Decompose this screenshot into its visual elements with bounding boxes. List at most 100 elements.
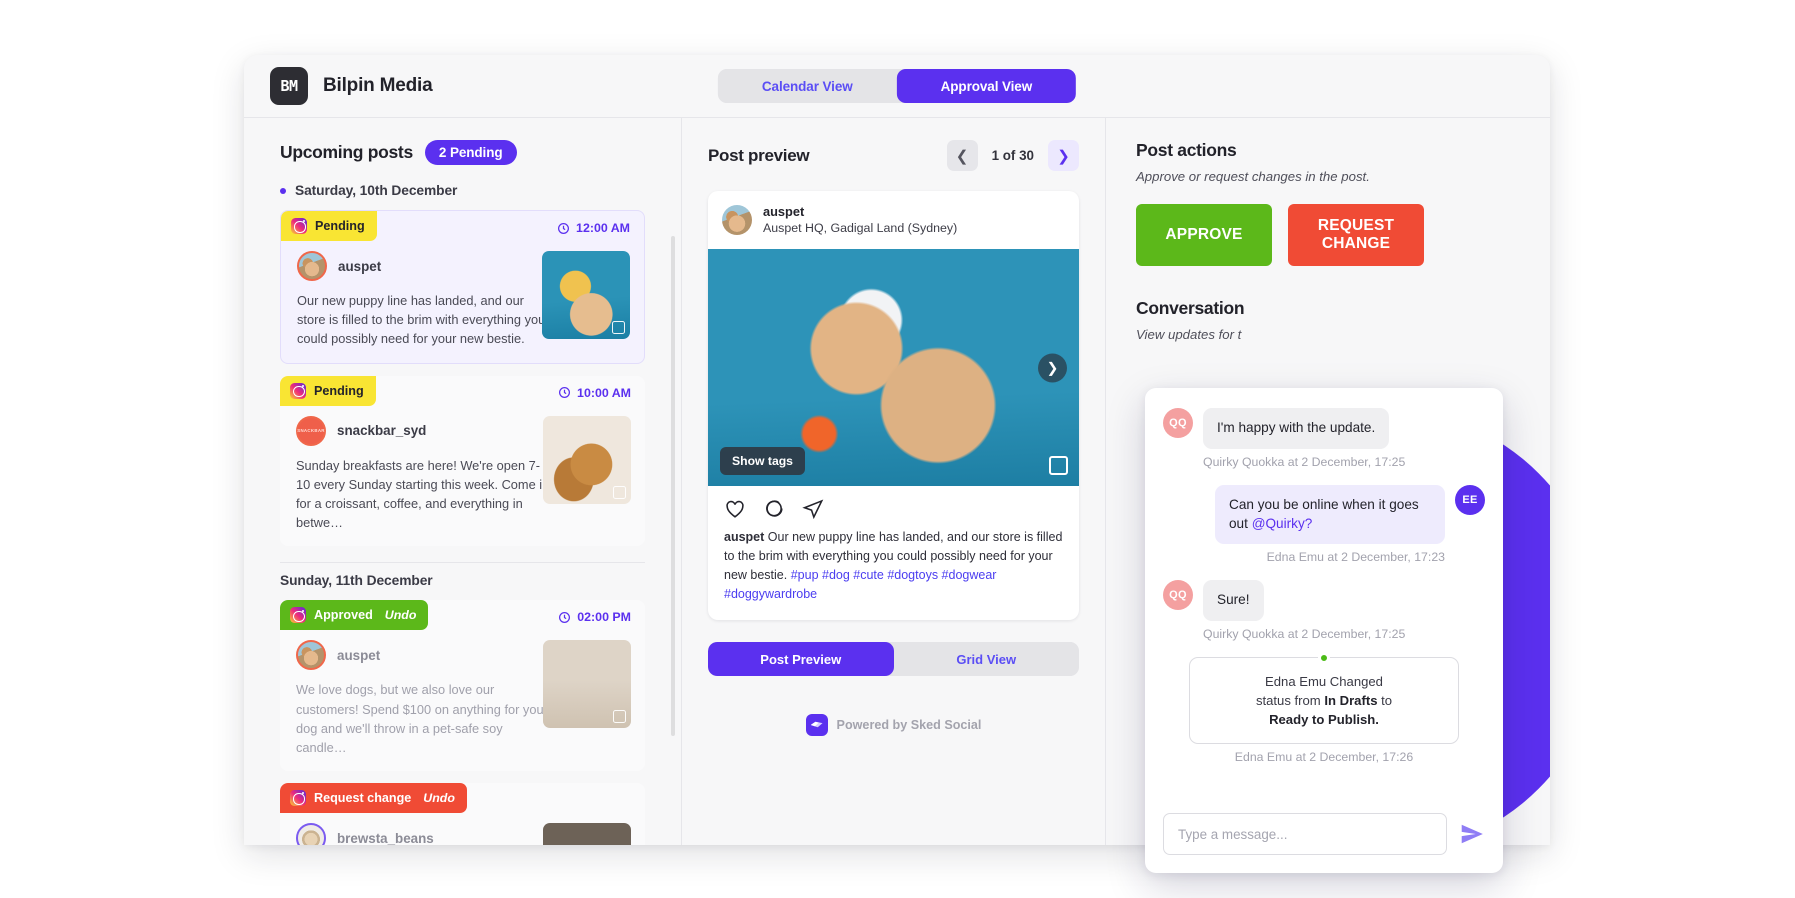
post-card-body: SNACKBAR snackbar_syd Sunday breakfasts … (280, 406, 645, 547)
pager-count: 1 of 30 (991, 148, 1034, 163)
time-label: 10:00 AM (577, 385, 631, 400)
clock-icon (558, 222, 570, 234)
undo-button[interactable]: Undo (385, 608, 417, 622)
instagram-icon (290, 790, 306, 807)
preview-location: Auspet HQ, Gadigal Land (Sydney) (763, 221, 958, 236)
author-name: snackbar_syd (337, 423, 427, 439)
author-name: auspet (337, 647, 381, 663)
tagged-media-icon (1049, 456, 1068, 475)
date-label: Saturday, 10th December (295, 183, 458, 198)
avatar: QQ (1163, 580, 1193, 611)
status-label: Pending (315, 219, 365, 233)
page-title: Upcoming posts (280, 142, 413, 162)
instagram-icon (290, 607, 306, 624)
powered-by-label: Powered by Sked Social (836, 718, 982, 732)
post-thumbnail (542, 251, 630, 339)
status-dot-icon (1318, 652, 1330, 664)
send-icon[interactable] (802, 498, 824, 520)
media-next-icon[interactable]: ❯ (1038, 353, 1067, 382)
caption-author: auspet (724, 530, 765, 544)
post-list-item[interactable]: Approved Undo 02:00 PM auspet We love do… (280, 600, 645, 772)
status-label: Pending (314, 383, 364, 398)
clock-icon (559, 611, 571, 623)
post-card-top-row: Request change Undo (280, 783, 645, 814)
post-thumbnail (543, 823, 631, 845)
date-label: Sunday, 11th December (280, 573, 433, 589)
upcoming-posts-panel: Upcoming posts 2 Pending Saturday, 10th … (244, 118, 682, 845)
brand-name: Bilpin Media (323, 75, 433, 96)
approve-button[interactable]: APPROVE (1136, 204, 1272, 266)
post-preview-panel: Post preview ❮ 1 of 30 ❯ auspet Auspet H… (682, 118, 1106, 845)
clock-icon (559, 387, 571, 399)
undo-button[interactable]: Undo (423, 791, 455, 805)
chat-bubble: Can you be online when it goes out @Quir… (1215, 484, 1445, 545)
post-list-item[interactable]: Request change Undo brewsta_beans Our la… (280, 783, 645, 845)
author-name: brewsta_beans (337, 830, 434, 845)
post-thumbnail (543, 415, 631, 504)
instagram-icon (291, 218, 307, 234)
avatar (722, 205, 752, 235)
tab-calendar-view[interactable]: Calendar View (717, 69, 897, 103)
message-input[interactable] (1163, 813, 1447, 855)
heart-icon[interactable] (724, 498, 746, 520)
conversation-title: Conversation (1136, 298, 1245, 318)
status-change-event: Edna Emu Changed status from In Drafts t… (1189, 652, 1459, 744)
post-list-item[interactable]: Pending 10:00 AM SNACKBAR snackbar_syd S… (280, 375, 645, 547)
status-event-line3: Ready to Publish. (1204, 711, 1444, 730)
request-change-button[interactable]: REQUEST CHANGE (1288, 204, 1424, 266)
status-badge: Request change Undo (280, 783, 467, 814)
avatar (296, 640, 326, 671)
preview-author-name: auspet (763, 204, 805, 219)
tab-post-preview[interactable]: Post Preview (708, 642, 894, 676)
scheduled-time: 10:00 AM (558, 376, 645, 400)
chat-meta: Quirky Quokka at 2 December, 17:25 (1203, 627, 1406, 641)
carousel-icon (613, 710, 626, 724)
carousel-icon (613, 485, 626, 499)
chat-message: QQ Sure! (1163, 580, 1485, 621)
status-badge: Pending (280, 375, 376, 406)
status-label: Approved (314, 608, 373, 623)
status-badge: Pending (281, 211, 377, 241)
post-pager: ❮ 1 of 30 ❯ (946, 140, 1079, 171)
status-event-to: Ready to Publish. (1269, 711, 1379, 727)
post-thumbnail (543, 640, 631, 729)
date-group-header: Sunday, 11th December (244, 573, 681, 588)
time-label: 02:00 PM (577, 610, 631, 625)
chat-meta: Edna Emu at 2 December, 17:23 (1266, 550, 1445, 565)
tab-grid-view[interactable]: Grid View (893, 642, 1079, 676)
status-badge: Approved Undo (280, 600, 429, 631)
author-name: auspet (338, 258, 382, 274)
screenshot-root: BM Bilpin Media Calendar View Approval V… (0, 0, 1795, 898)
post-card-body: auspet We love dogs, but we also love ou… (280, 630, 645, 771)
post-text: We love dogs, but we also love our custo… (296, 682, 548, 755)
date-dot-icon (280, 187, 286, 194)
post-list-item[interactable]: Pending 12:00 AM auspet Our new puppy li… (280, 210, 645, 364)
instagram-preview-card: auspet Auspet HQ, Gadigal Land (Sydney) … (708, 191, 1079, 620)
avatar: EE (1455, 484, 1485, 515)
post-actions-title: Post actions (1136, 140, 1237, 160)
post-card-body: brewsta_beans Our latest filter roast is… (280, 813, 645, 845)
date-group-header: Saturday, 10th December (244, 183, 681, 198)
brand-logo-icon: BM (270, 67, 308, 105)
time-label: 12:00 AM (576, 221, 630, 235)
sked-social-logo-icon (805, 714, 828, 736)
post-text: Sunday breakfasts are here! We're open 7… (296, 457, 550, 531)
comment-icon[interactable] (763, 498, 785, 520)
app-header: BM Bilpin Media Calendar View Approval V… (244, 55, 1550, 118)
chat-message-list[interactable]: QQ I'm happy with the update. Quirky Quo… (1145, 388, 1503, 799)
brand: BM Bilpin Media (244, 67, 433, 105)
group-divider (280, 562, 645, 564)
chat-mention[interactable]: @Quirky? (1252, 516, 1313, 531)
instagram-icon (290, 382, 306, 399)
chevron-left-icon[interactable]: ❮ (946, 140, 978, 171)
send-message-button[interactable] (1459, 821, 1485, 847)
scrollbar[interactable] (671, 236, 675, 736)
send-icon (1461, 824, 1483, 844)
upcoming-posts-header: Upcoming posts 2 Pending (244, 140, 681, 165)
tab-approval-view[interactable]: Approval View (896, 69, 1077, 103)
pending-count-badge: 2 Pending (424, 140, 517, 165)
chat-message: QQ I'm happy with the update. (1163, 408, 1485, 449)
chevron-right-icon[interactable]: ❯ (1048, 140, 1079, 171)
post-text: Our new puppy line has landed, and our s… (297, 293, 546, 347)
show-tags-button[interactable]: Show tags (720, 447, 805, 475)
